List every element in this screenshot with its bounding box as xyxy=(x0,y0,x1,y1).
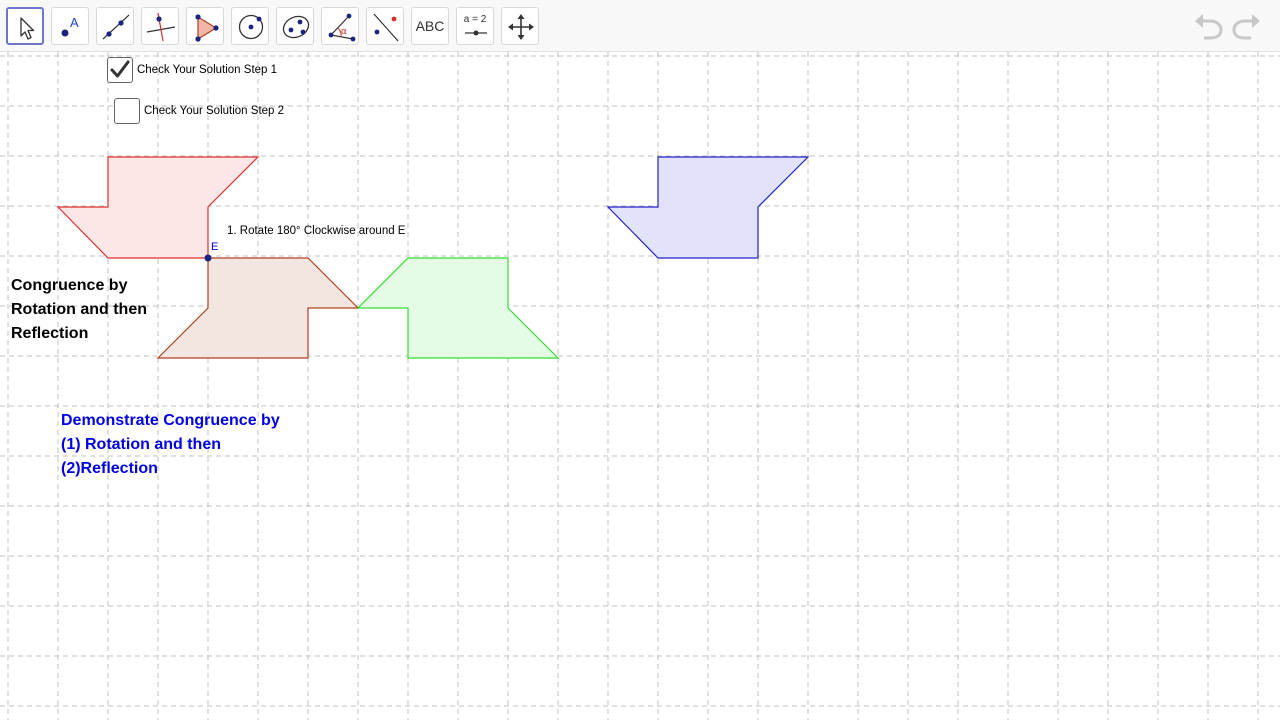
checkbox-step-2[interactable]: Check Your Solution Step 2 xyxy=(114,98,284,124)
geogebra-app: A α ABC a = 2 Check Your Solution Step 1… xyxy=(0,0,1280,720)
red-original-shape[interactable] xyxy=(56,156,260,259)
line-tool-button[interactable] xyxy=(96,7,134,45)
checkbox-step-2-label: Check Your Solution Step 2 xyxy=(144,105,285,117)
undo-button[interactable] xyxy=(1193,12,1225,42)
graphics-view[interactable]: Check Your Solution Step 1 Check Your So… xyxy=(0,52,1280,720)
checkbox-step-1-label: Check Your Solution Step 1 xyxy=(137,64,278,76)
congruence-title: Congruence by Rotation and then Reflecti… xyxy=(11,277,147,342)
line-icon xyxy=(102,14,130,40)
reflect-about-line-icon xyxy=(373,13,399,42)
slider-icon xyxy=(465,30,487,36)
blue-target-shape[interactable] xyxy=(606,156,810,259)
toolbar: A α ABC a = 2 xyxy=(0,0,1280,52)
move-view-icon xyxy=(508,14,534,40)
canvas-grid xyxy=(0,52,1280,720)
conic-tool-button[interactable] xyxy=(276,7,314,45)
slider-tool-button[interactable]: a = 2 xyxy=(456,7,494,45)
redo-icon xyxy=(1232,14,1260,40)
point-e-label: E xyxy=(211,241,219,253)
point-tool-letter: A xyxy=(70,15,79,30)
redo-button[interactable] xyxy=(1230,12,1262,42)
checkmark-icon xyxy=(110,60,130,78)
polygon-icon xyxy=(195,14,219,42)
point-icon: A xyxy=(61,15,79,37)
move-graphics-view-tool-button[interactable] xyxy=(501,7,539,45)
text-icon: ABC xyxy=(415,18,445,34)
brown-rotated-shape[interactable] xyxy=(156,257,360,359)
undo-icon xyxy=(1195,14,1223,40)
text-tool-button[interactable]: ABC xyxy=(411,7,449,45)
angle-tool-button[interactable]: α xyxy=(321,7,359,45)
demonstrate-instructions: Demonstrate Congruence by (1) Rotation a… xyxy=(61,412,280,477)
circle-with-center-icon xyxy=(238,14,264,40)
green-shape[interactable] xyxy=(356,257,560,359)
angle-tool-alpha: α xyxy=(341,27,347,37)
checkbox-step-1[interactable]: Check Your Solution Step 1 xyxy=(107,57,277,83)
checkbox-step-2-box[interactable] xyxy=(114,98,140,124)
point-tool-button[interactable]: A xyxy=(51,7,89,45)
rotation-instruction: 1. Rotate 180° Clockwise around E xyxy=(227,225,406,237)
move-tool-button[interactable] xyxy=(6,7,44,45)
perpendicular-line-icon xyxy=(146,12,176,42)
checkbox-step-1-box[interactable] xyxy=(107,57,133,83)
circle-tool-button[interactable] xyxy=(231,7,269,45)
angle-icon: α xyxy=(328,13,356,42)
reflect-tool-button[interactable] xyxy=(366,7,404,45)
arrow-cursor-icon xyxy=(20,17,35,40)
perpendicular-line-tool-button[interactable] xyxy=(141,7,179,45)
polygon-tool-button[interactable] xyxy=(186,7,224,45)
point-e[interactable] xyxy=(204,254,212,262)
ellipse-icon xyxy=(282,15,310,39)
